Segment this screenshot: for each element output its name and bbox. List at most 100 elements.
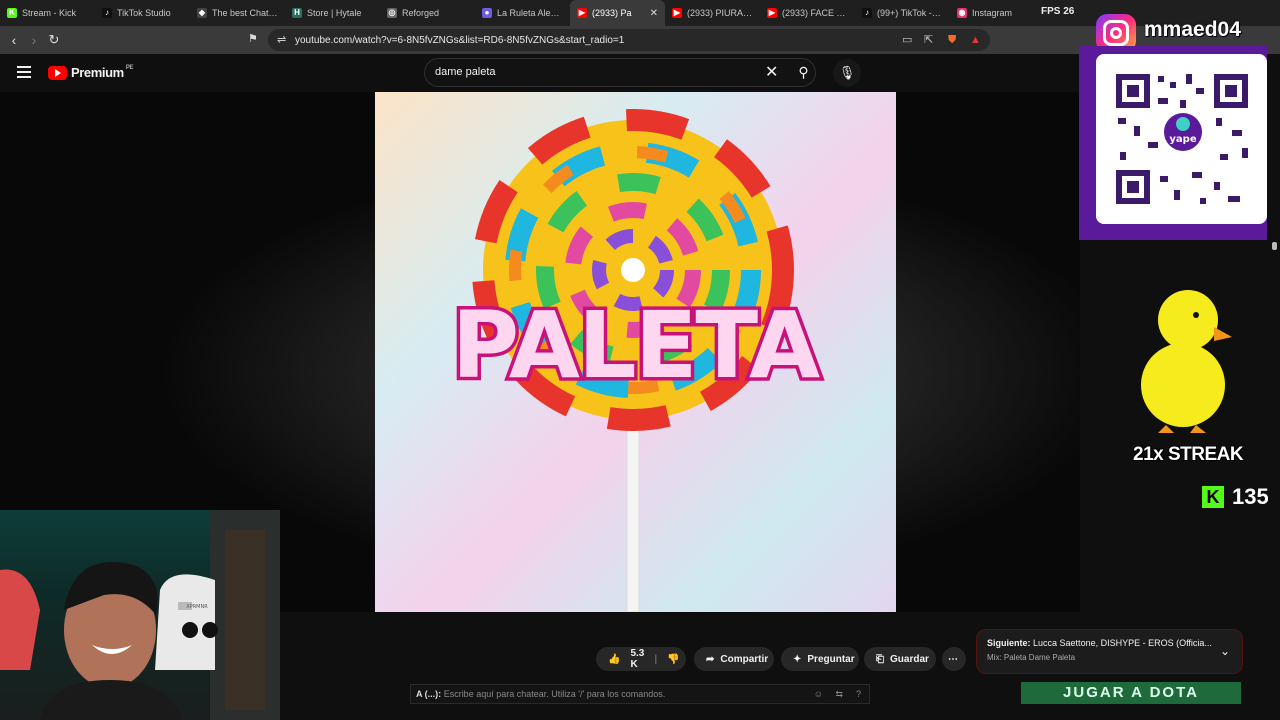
youtube-icon: ▶ bbox=[767, 8, 777, 18]
paleta-art-text: PALETA bbox=[452, 292, 820, 399]
webcam-overlay: XPRMNR bbox=[0, 510, 280, 720]
browser-tab[interactable]: ▶ (2933) FACE TO F bbox=[760, 0, 855, 26]
duck-icon bbox=[1141, 290, 1232, 433]
clear-search-icon[interactable]: ✕ bbox=[765, 59, 778, 86]
bookmark-icon[interactable]: ⚑ bbox=[248, 32, 258, 45]
chevron-down-icon[interactable]: ⌄ bbox=[1220, 644, 1230, 658]
kick-icon: K bbox=[7, 8, 17, 18]
site-info-icon[interactable]: ⇌ bbox=[277, 29, 286, 51]
search-icon[interactable]: ⚲ bbox=[791, 59, 816, 86]
more-actions-icon[interactable]: ⋯ bbox=[942, 647, 966, 671]
instagram-icon: ◉ bbox=[957, 8, 967, 18]
share-button[interactable]: ➦ Compartir bbox=[694, 647, 774, 671]
browser-tab-bar: K Stream - Kick ♪ TikTok Studio ◆ The best Ch… bbox=[0, 0, 1280, 26]
back-icon[interactable]: ‹ bbox=[4, 26, 24, 54]
share-page-icon[interactable]: ⇱ bbox=[924, 29, 933, 51]
share-label: Compartir bbox=[720, 653, 769, 665]
browser-tab[interactable]: H Store | Hytale bbox=[285, 0, 380, 26]
hytale-icon: H bbox=[292, 8, 302, 18]
up-next-line: Siguiente: Lucca Saettone, DISHYPE - ERO… bbox=[987, 638, 1232, 648]
microphone-icon[interactable]: 🎙 bbox=[833, 59, 861, 87]
dislike-icon[interactable]: 👎 bbox=[667, 654, 679, 665]
dota-banner: JUGAR A DOTA bbox=[1021, 682, 1241, 704]
youtube-icon: ▶ bbox=[672, 8, 682, 18]
like-dislike-group: 👍 5.3 K | 👎 bbox=[596, 647, 686, 671]
chat-user: A (...): bbox=[416, 689, 442, 699]
up-next-card[interactable]: Siguiente: Lucca Saettone, DISHYPE - ERO… bbox=[976, 629, 1243, 674]
youtube-brand: Premium bbox=[71, 65, 124, 80]
url-field[interactable]: ⇌ youtube.com/watch?v=6-8N5fvZNGs&list=R… bbox=[268, 29, 990, 51]
kick-icon: K bbox=[1202, 486, 1224, 508]
close-tab-icon[interactable]: ✕ bbox=[650, 8, 658, 19]
browser-tab[interactable]: ◉ Instagram bbox=[950, 0, 1045, 26]
tiktok-icon: ♪ bbox=[862, 8, 872, 18]
browser-tab[interactable]: ◆ The best ChatBot bbox=[190, 0, 285, 26]
tab-title: (2933) FACE TO F bbox=[782, 8, 848, 18]
help-icon[interactable]: ? bbox=[856, 685, 861, 703]
country-code: PE bbox=[125, 65, 134, 71]
search-input[interactable]: dame paleta ✕ ⚲ bbox=[424, 58, 816, 87]
browser-tab[interactable]: ● La Ruleta Aleatoria bbox=[475, 0, 570, 26]
tab-title: The best ChatBot bbox=[212, 8, 278, 18]
rewards-icon[interactable]: ▲ bbox=[970, 29, 981, 51]
translate-icon[interactable]: ⇆ bbox=[835, 685, 843, 703]
fps-label: FPS bbox=[1041, 6, 1061, 17]
forward-icon[interactable]: › bbox=[24, 26, 44, 54]
sparkle-icon: ✦ bbox=[793, 653, 802, 665]
video-thumbnail-art[interactable]: PALETA bbox=[375, 92, 896, 612]
chair-brand-text: XPRMNR bbox=[186, 604, 208, 610]
hamburger-menu-icon[interactable] bbox=[17, 66, 31, 81]
chat-placeholder: Escribe aquí para chatear. Utiliza '/' p… bbox=[443, 689, 666, 699]
reforged-icon: ◎ bbox=[387, 8, 397, 18]
like-count[interactable]: 5.3 K bbox=[630, 648, 644, 670]
streamer-handle: mmaed04 bbox=[1144, 18, 1241, 41]
qr-code-card: yape bbox=[1096, 54, 1267, 224]
page-scrollbar[interactable] bbox=[1268, 240, 1280, 690]
up-next-subtitle: Mix: Paleta Dame Paleta bbox=[987, 653, 1076, 662]
streak-counter: 21x STREAK bbox=[1133, 444, 1244, 465]
up-next-title: Lucca Saettone, DISHYPE - EROS (Officia.… bbox=[1033, 638, 1212, 648]
like-icon[interactable]: 👍 bbox=[608, 654, 620, 665]
tab-title: (99+) TikTok - Ma bbox=[877, 8, 943, 18]
chatbot-icon: ◆ bbox=[197, 8, 207, 18]
duck-sticker bbox=[1128, 285, 1238, 435]
brave-shield-icon[interactable]: ⛊ bbox=[948, 29, 956, 51]
browser-tab[interactable]: ◎ Reforged bbox=[380, 0, 475, 26]
youtube-play-icon bbox=[48, 65, 67, 80]
cast-icon[interactable]: ▭ bbox=[902, 29, 912, 51]
tab-title: (2933) PIURANO bbox=[687, 8, 753, 18]
tab-title: Reforged bbox=[402, 8, 440, 18]
youtube-logo[interactable]: Premium PE bbox=[48, 65, 133, 80]
browser-tab[interactable]: ▶ (2933) Pa ✕ bbox=[570, 0, 665, 26]
search-query: dame paleta bbox=[435, 66, 496, 78]
tiktok-icon: ♪ bbox=[102, 8, 112, 18]
screen: { "browser": { "tabs": [ {"title": "Stre… bbox=[0, 0, 1280, 720]
url-text: youtube.com/watch?v=6-8N5fvZNGs&list=RD6… bbox=[295, 34, 625, 46]
tab-title: Instagram bbox=[972, 8, 1013, 18]
reload-icon[interactable]: ↻ bbox=[44, 26, 64, 54]
lollipop-illustration: PALETA bbox=[448, 109, 826, 612]
fps-counter: FPS 26 bbox=[1041, 6, 1074, 17]
tab-title: Stream - Kick bbox=[22, 8, 77, 18]
tab-title: Store | Hytale bbox=[307, 8, 362, 18]
browser-tab[interactable]: ♪ (99+) TikTok - Ma bbox=[855, 0, 950, 26]
emoji-icon[interactable]: ☺ bbox=[814, 685, 823, 703]
browser-tab[interactable]: ♪ TikTok Studio bbox=[95, 0, 190, 26]
webcam-feed-image: XPRMNR bbox=[0, 510, 280, 720]
up-next-label: Siguiente: bbox=[987, 638, 1031, 648]
save-icon: ⎗ bbox=[876, 653, 884, 665]
fps-value: 26 bbox=[1063, 6, 1075, 17]
share-icon: ➦ bbox=[706, 653, 715, 665]
ruleta-icon: ● bbox=[482, 8, 492, 18]
save-button[interactable]: ⎗ Guardar bbox=[864, 647, 936, 671]
tab-title: (2933) Pa bbox=[592, 8, 632, 18]
browser-tab[interactable]: K Stream - Kick bbox=[0, 0, 95, 26]
ask-button[interactable]: ✦ Preguntar bbox=[781, 647, 859, 671]
chat-input[interactable]: A (...): Escribe aquí para chatear. Util… bbox=[410, 684, 870, 704]
tab-title: La Ruleta Aleatoria bbox=[497, 8, 563, 18]
qr-code-icon: yape bbox=[1116, 74, 1248, 204]
kick-count: 135 bbox=[1232, 484, 1269, 509]
browser-tab[interactable]: ▶ (2933) PIURANO bbox=[665, 0, 760, 26]
kick-follower-counter: K 135 bbox=[1202, 484, 1269, 510]
yape-qr-overlay: yape bbox=[1079, 46, 1267, 240]
